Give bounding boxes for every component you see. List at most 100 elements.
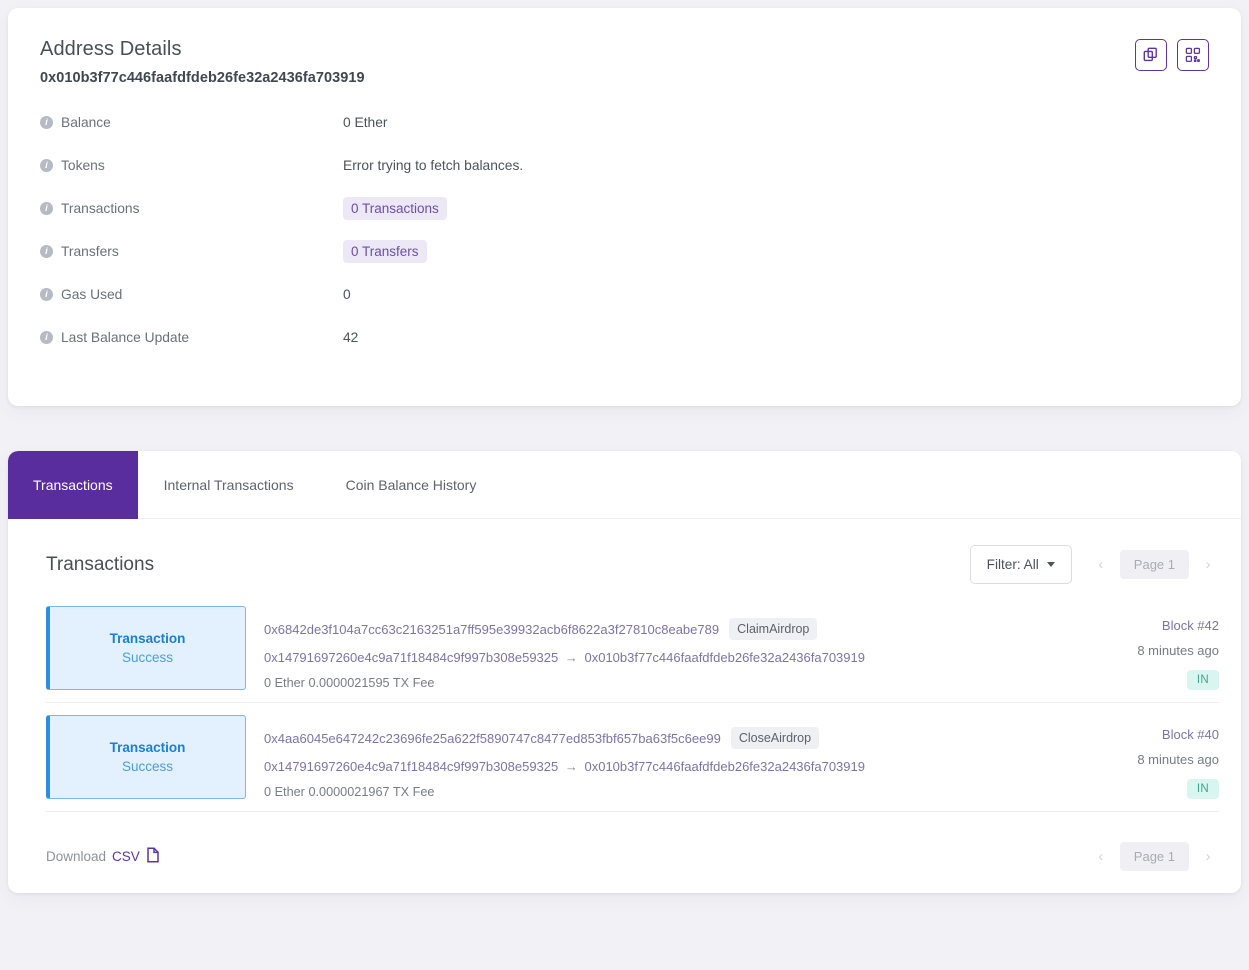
detail-label: i Balance [40,114,343,130]
info-icon[interactable]: i [40,116,53,129]
detail-row-gas-used: i Gas Used 0 [40,286,1209,329]
to-address-link[interactable]: 0x010b3f77c446faafdfdeb26fe32a2436fa7039… [584,759,865,774]
transaction-value: 0 Ether [264,785,305,799]
transfers-count-badge[interactable]: 0 Transfers [343,240,427,263]
transaction-fee: 0.0000021595 TX Fee [308,676,435,690]
detail-label-text: Transactions [61,201,140,216]
transaction-addresses: 0x14791697260e4c9a71f18484c9f997b308e593… [264,759,1069,774]
detail-label: i Transactions [40,200,343,216]
transactions-footer: Download CSV ‹ Page 1 › [8,812,1241,871]
qr-code-icon [1185,47,1201,63]
detail-label-text: Balance [61,115,111,130]
pagination-bottom: ‹ Page 1 › [1090,842,1219,871]
transaction-status-card[interactable]: Transaction Success [46,606,246,690]
transactions-header: Transactions Filter: All ‹ Page 1 › [8,519,1241,594]
method-badge: CloseAirdrop [730,727,820,749]
transaction-age: 8 minutes ago [1137,752,1219,767]
detail-value: 0 Transactions [343,197,447,220]
info-icon[interactable]: i [40,202,53,215]
tab-coin-balance-history[interactable]: Coin Balance History [320,451,503,519]
detail-value: 0 [343,287,351,302]
detail-rows: i Balance 0 Ether i Tokens Error trying … [40,114,1209,372]
detail-row-transfers: i Transfers 0 Transfers [40,240,1209,286]
address-hash: 0x010b3f77c446faafdfdeb26fe32a2436fa7039… [40,70,365,86]
address-actions [1135,39,1209,71]
detail-value: 0 Transfers [343,240,427,263]
transaction-meta: Block #42 8 minutes ago IN [1069,606,1219,690]
address-details-card: Address Details 0x010b3f77c446faafdfdeb2… [8,8,1241,406]
page-indicator[interactable]: Page 1 [1119,842,1189,871]
transaction-addresses: 0x14791697260e4c9a71f18484c9f997b308e593… [264,650,1069,665]
tab-bar: Transactions Internal Transactions Coin … [8,451,1241,519]
arrow-right-icon: → [564,759,578,774]
transaction-age: 8 minutes ago [1137,643,1219,658]
status-badge: Success [121,650,174,665]
transaction-hash-line: 0x4aa6045e647242c23696fe25a622f5890747c8… [264,727,1069,749]
transaction-hash-link[interactable]: 0x6842de3f104a7cc63c2163251a7ff595e39932… [264,622,719,637]
copy-address-button[interactable] [1135,39,1167,71]
transaction-value-fee: 0 Ether 0.0000021967 TX Fee [264,785,1069,799]
detail-label-text: Tokens [61,158,105,173]
info-icon[interactable]: i [40,331,53,344]
csv-label: CSV [112,849,140,864]
transaction-main: 0x4aa6045e647242c23696fe25a622f5890747c8… [246,715,1069,799]
from-address-link[interactable]: 0x14791697260e4c9a71f18484c9f997b308e593… [264,650,558,665]
transaction-fee: 0.0000021967 TX Fee [308,785,435,799]
next-page-button[interactable]: › [1197,845,1219,869]
transaction-kind: Transaction [109,740,186,755]
qr-code-button[interactable] [1177,39,1209,71]
detail-label-text: Gas Used [61,287,123,302]
table-row[interactable]: Transaction Success 0x4aa6045e647242c236… [46,703,1219,812]
detail-value: 42 [343,330,359,345]
transaction-hash-link[interactable]: 0x4aa6045e647242c23696fe25a622f5890747c8… [264,731,721,746]
prev-page-button[interactable]: ‹ [1090,553,1112,577]
prev-page-button[interactable]: ‹ [1090,845,1112,869]
document-icon [146,847,160,866]
transaction-kind: Transaction [109,631,186,646]
table-row[interactable]: Transaction Success 0x6842de3f104a7cc63c… [46,594,1219,703]
direction-badge: IN [1186,779,1219,799]
transaction-meta: Block #40 8 minutes ago IN [1069,715,1219,799]
detail-label: i Tokens [40,157,343,173]
page-title: Address Details [40,38,182,60]
transaction-main: 0x6842de3f104a7cc63c2163251a7ff595e39932… [246,606,1069,690]
detail-value: 0 Ether [343,115,388,130]
transactions-controls: Filter: All ‹ Page 1 › [969,545,1219,584]
transactions-list: Transaction Success 0x6842de3f104a7cc63c… [8,594,1241,812]
transaction-status-card[interactable]: Transaction Success [46,715,246,799]
copy-icon [1143,47,1159,63]
block-link[interactable]: Block #42 [1162,618,1219,633]
detail-label: i Transfers [40,243,343,259]
info-icon[interactable]: i [40,288,53,301]
next-page-button[interactable]: › [1197,553,1219,577]
from-address-link[interactable]: 0x14791697260e4c9a71f18484c9f997b308e593… [264,759,558,774]
detail-row-transactions: i Transactions 0 Transactions [40,197,1209,243]
detail-row-balance: i Balance 0 Ether [40,114,1209,157]
transaction-value: 0 Ether [264,676,305,690]
pagination-top: ‹ Page 1 › [1090,550,1219,579]
transactions-count-badge[interactable]: 0 Transactions [343,197,447,220]
page-indicator[interactable]: Page 1 [1119,550,1189,579]
detail-row-last-balance-update: i Last Balance Update 42 [40,329,1209,372]
arrow-right-icon: → [564,650,578,665]
detail-label: i Last Balance Update [40,329,343,345]
transactions-card: Transactions Internal Transactions Coin … [8,451,1241,893]
detail-value: Error trying to fetch balances. [343,158,524,173]
tab-transactions[interactable]: Transactions [8,451,138,519]
info-icon[interactable]: i [40,159,53,172]
download-csv-button[interactable]: Download CSV [46,847,160,866]
detail-row-tokens: i Tokens Error trying to fetch balances. [40,157,1209,200]
to-address-link[interactable]: 0x010b3f77c446faafdfdeb26fe32a2436fa7039… [584,650,865,665]
transaction-value-fee: 0 Ether 0.0000021595 TX Fee [264,676,1069,690]
detail-label: i Gas Used [40,286,343,302]
detail-label-text: Transfers [61,244,119,259]
block-link[interactable]: Block #40 [1162,727,1219,742]
page-root: Address Details 0x010b3f77c446faafdfdeb2… [0,8,1249,970]
transaction-hash-line: 0x6842de3f104a7cc63c2163251a7ff595e39932… [264,618,1069,640]
info-icon[interactable]: i [40,245,53,258]
filter-dropdown[interactable]: Filter: All [969,545,1072,584]
filter-dropdown-label: Filter: All [986,557,1039,572]
detail-label-text: Last Balance Update [61,330,190,345]
tab-internal-transactions[interactable]: Internal Transactions [138,451,320,519]
chevron-down-icon [1046,562,1055,567]
